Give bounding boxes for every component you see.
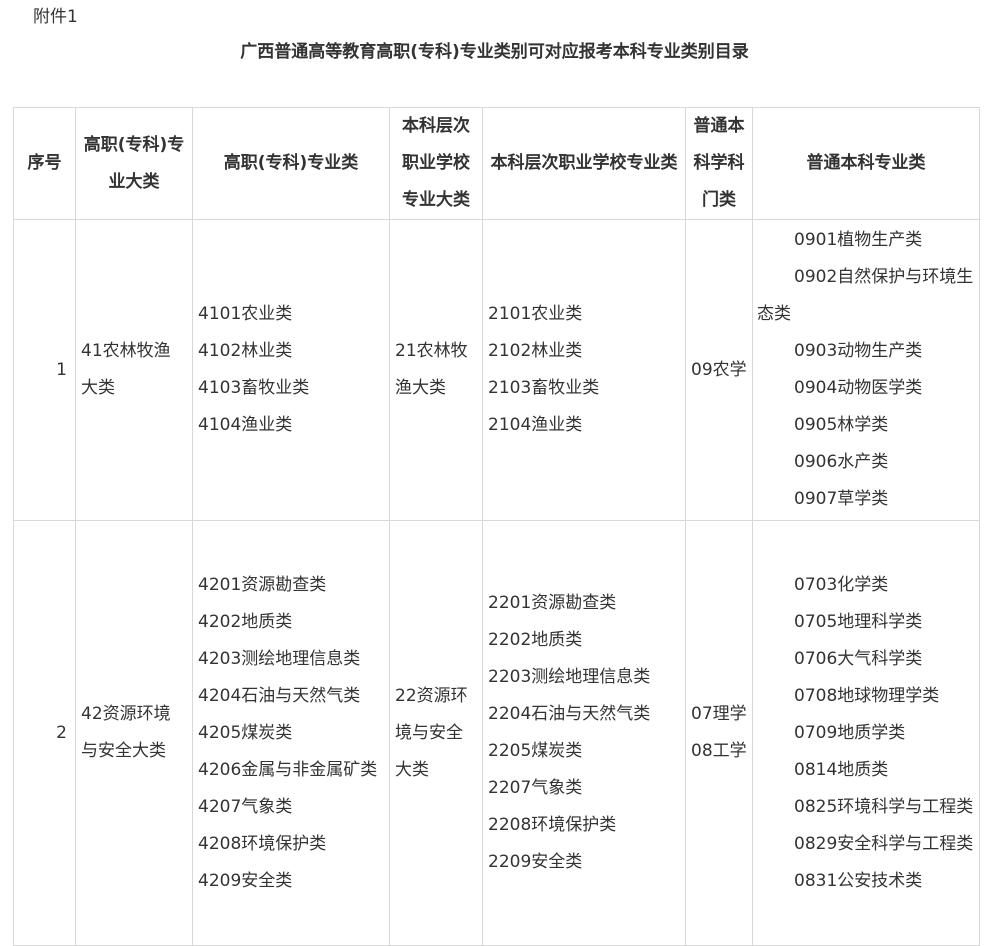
bk-voc-major-text: 22资源环境与安全大类: [395, 685, 468, 780]
attachment-label: 附件1: [33, 7, 78, 27]
bk-class-item: 0901植物生产类: [794, 230, 923, 250]
discipline-item: 09农学: [691, 359, 747, 380]
gz-major-cell: 41农林牧渔大类: [75, 219, 193, 521]
column-header-bk-voc-major: 本科层次职业学校专业大类: [389, 107, 483, 220]
gz-class-item: 4102林业类: [198, 341, 293, 361]
bk-class-item: 0709地质学类: [794, 722, 906, 743]
discipline-item: 08工学: [691, 741, 747, 761]
gz-major-text: 41农林牧渔大类: [81, 341, 171, 398]
discipline-item: 07理学: [691, 704, 747, 724]
gz-class-item: 4103畜牧业类: [198, 378, 310, 398]
major-catalog-table: 序号 高职(专科)专业大类 高职(专科)专业类 本科层次职业学校专业大类 本科层…: [13, 107, 980, 946]
gz-class-item: 4104渔业类: [198, 415, 293, 435]
gz-class-item: 4207气象类: [198, 796, 293, 817]
gz-class-cell: 4201资源勘查类 4202地质类 4203测绘地理信息类 4204石油与天然气…: [192, 520, 390, 946]
discipline-cell: 07理学 08工学: [685, 520, 753, 946]
bk-class-item: 0831公安技术类: [794, 870, 923, 891]
bk-class-item: 0705地理科学类: [794, 611, 923, 632]
bk-class-item: 0708地球物理学类: [794, 685, 940, 706]
bk-class-cell: 0901植物生产类 0902自然保护与环境生态类 0903动物生产类 0904动…: [752, 219, 980, 521]
table-row: 2 42资源环境与安全大类 4201资源勘查类 4202地质类 4203测绘地理…: [13, 520, 980, 946]
bk-voc-class-item: 2201资源勘查类: [488, 593, 617, 613]
table-row: 1 41农林牧渔大类 4101农业类 4102林业类 4103畜牧业类 4104…: [13, 219, 980, 521]
bk-voc-class-item: 2202地质类: [488, 630, 583, 650]
bk-voc-class-item: 2104渔业类: [488, 415, 583, 435]
gz-class-item: 4201资源勘查类: [198, 574, 327, 595]
bk-class-item: 0906水产类: [794, 452, 889, 472]
bk-voc-class-item: 2205煤炭类: [488, 741, 583, 761]
gz-class-item: 4202地质类: [198, 611, 293, 632]
discipline-cell: 09农学: [685, 219, 753, 521]
bk-class-item: 0829安全科学与工程类: [794, 833, 974, 854]
bk-class-item: 0703化学类: [794, 574, 889, 595]
bk-voc-class-item: 2207气象类: [488, 778, 583, 798]
bk-voc-class-cell: 2101农业类 2102林业类 2103畜牧业类 2104渔业类: [482, 219, 686, 521]
bk-voc-major-cell: 22资源环境与安全大类: [389, 520, 483, 946]
column-header-discipline: 普通本科学科门类: [685, 107, 753, 220]
column-header-bk-class: 普通本科专业类: [752, 107, 980, 220]
bk-class-item: 0902自然保护与环境生态类: [757, 267, 974, 324]
bk-voc-class-item: 2102林业类: [488, 341, 583, 361]
bk-voc-class-item: 2203测绘地理信息类: [488, 667, 651, 687]
gz-class-item: 4209安全类: [198, 870, 293, 891]
column-header-gz-class: 高职(专科)专业类: [192, 107, 390, 220]
bk-voc-class-item: 2101农业类: [488, 304, 583, 324]
bk-class-item: 0905林学类: [794, 415, 889, 435]
column-header-gz-major: 高职(专科)专业大类: [75, 107, 193, 220]
gz-class-item: 4204石油与天然气类: [198, 685, 361, 706]
bk-voc-major-cell: 21农林牧渔大类: [389, 219, 483, 521]
bk-class-item: 0706大气科学类: [794, 648, 923, 669]
gz-class-item: 4203测绘地理信息类: [198, 648, 361, 669]
bk-voc-major-text: 21农林牧渔大类: [395, 341, 468, 398]
bk-class-item: 0903动物生产类: [794, 341, 923, 361]
gz-class-item: 4206金属与非金属矿类: [198, 759, 378, 780]
column-header-bk-voc-class: 本科层次职业学校专业类: [482, 107, 686, 220]
bk-class-item: 0814地质类: [794, 759, 889, 780]
document-title: 广西普通高等教育高职(专科)专业类别可对应报考本科专业类别目录: [240, 42, 749, 62]
gz-class-item: 4101农业类: [198, 304, 293, 324]
bk-class-item: 0904动物医学类: [794, 378, 923, 398]
column-header-seq: 序号: [13, 107, 76, 220]
bk-class-item: 0825环境科学与工程类: [794, 796, 974, 817]
gz-class-item: 4205煤炭类: [198, 722, 293, 743]
bk-class-item: 0907草学类: [794, 489, 889, 509]
row-seq: 2: [13, 520, 76, 946]
bk-voc-class-item: 2209安全类: [488, 852, 583, 872]
row-seq: 1: [13, 219, 76, 521]
bk-voc-class-item: 2204石油与天然气类: [488, 704, 651, 724]
gz-class-item: 4208环境保护类: [198, 833, 327, 854]
gz-major-text: 42资源环境与安全大类: [81, 704, 171, 761]
bk-voc-class-item: 2103畜牧业类: [488, 378, 600, 398]
table-header-row: 序号 高职(专科)专业大类 高职(专科)专业类 本科层次职业学校专业大类 本科层…: [13, 107, 980, 220]
bk-voc-class-cell: 2201资源勘查类 2202地质类 2203测绘地理信息类 2204石油与天然气…: [482, 520, 686, 946]
bk-class-cell: 0703化学类 0705地理科学类 0706大气科学类 0708地球物理学类 0…: [752, 520, 980, 946]
gz-major-cell: 42资源环境与安全大类: [75, 520, 193, 946]
gz-class-cell: 4101农业类 4102林业类 4103畜牧业类 4104渔业类: [192, 219, 390, 521]
bk-voc-class-item: 2208环境保护类: [488, 815, 617, 835]
